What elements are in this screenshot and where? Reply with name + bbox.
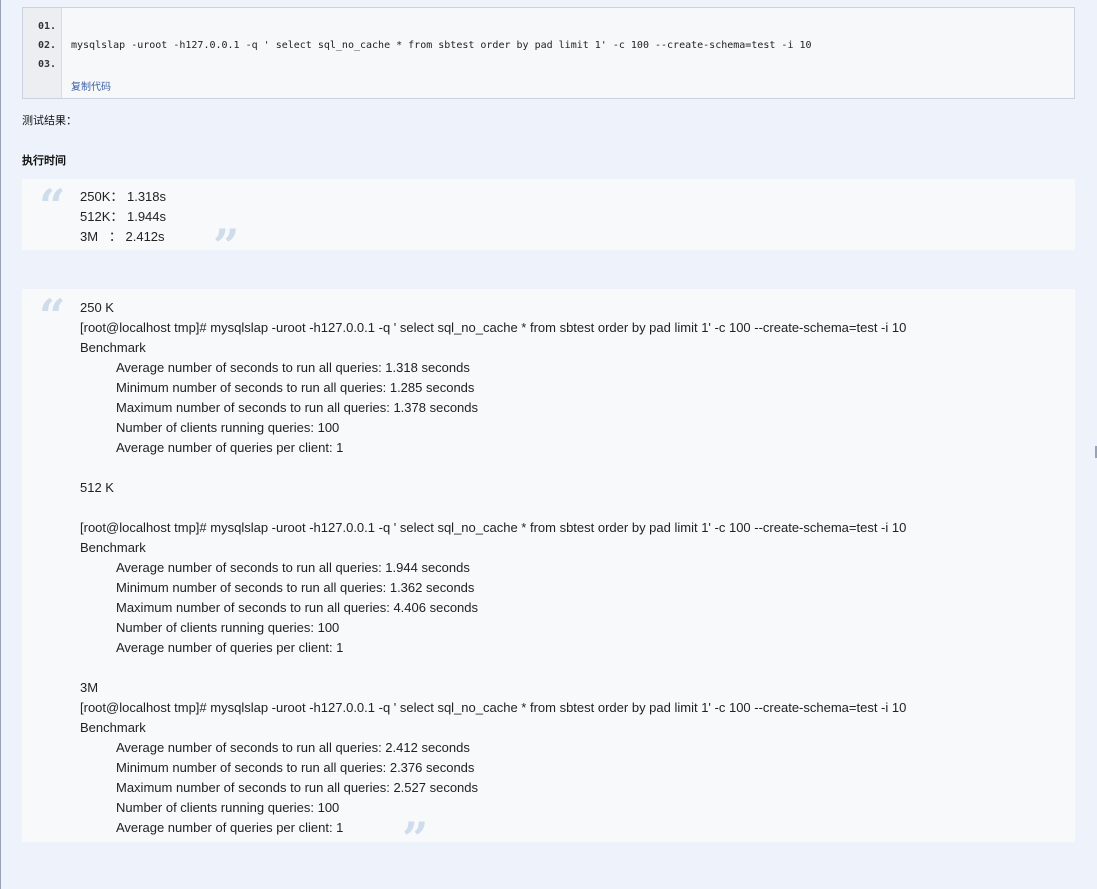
benchmark-line (80, 498, 906, 518)
exec-time-heading: 执行时间 (22, 154, 66, 167)
open-quote-icon: “ (39, 179, 66, 233)
benchmark-line: [root@localhost tmp]# mysqlslap -uroot -… (80, 320, 907, 335)
summary-quote: “ 250K： 1.318s 512K： 1.944s 3M ： 2.412s ” (22, 179, 1075, 269)
close-quote-icon: ” (213, 219, 240, 273)
benchmark-line: Minimum number of seconds to run all que… (116, 380, 475, 395)
summary-list: 250K： 1.318s 512K： 1.944s 3M ： 2.412s (80, 187, 166, 247)
benchmark-line: 250 K (80, 300, 114, 315)
benchmark-line: Average number of queries per client: 1 (116, 640, 344, 655)
benchmark-line: 3M (80, 680, 99, 695)
benchmark-line: [root@localhost tmp]# mysqlslap -uroot -… (80, 520, 907, 535)
benchmark-line: Number of clients running queries: 100 (116, 800, 340, 815)
benchmark-line: Maximum number of seconds to run all que… (116, 400, 479, 415)
benchmark-line: 512 K (80, 480, 114, 495)
benchmark-line: Benchmark (80, 540, 146, 555)
benchmark-line: Number of clients running queries: 100 (116, 420, 340, 435)
benchmark-line (80, 458, 906, 478)
line-number: 01. (38, 21, 57, 32)
benchmark-line: Number of clients running queries: 100 (116, 620, 340, 635)
copy-code-link[interactable]: 复制代码 (71, 78, 111, 93)
summary-line: 512K： 1.944s (80, 209, 167, 224)
benchmark-line (80, 658, 906, 678)
benchmark-line: Maximum number of seconds to run all que… (116, 600, 479, 615)
test-result-label: 测试结果： (22, 114, 77, 127)
line-number: 03. (38, 59, 57, 70)
benchmark-line: Average number of seconds to run all que… (116, 360, 470, 375)
benchmark-line: Average number of queries per client: 1 (116, 440, 344, 455)
summary-line: 250K： 1.318s (80, 189, 167, 204)
open-quote-icon: “ (39, 289, 66, 343)
line-number-gutter: 01. 02. 03. (23, 8, 62, 98)
line-number: 02. (38, 40, 57, 51)
benchmark-line: Average number of seconds to run all que… (116, 560, 470, 575)
benchmark-line: Benchmark (80, 340, 146, 355)
benchmark-line: Average number of queries per client: 1 (116, 820, 344, 835)
summary-line: 3M ： 2.412s (80, 229, 165, 244)
benchmark-line: Minimum number of seconds to run all que… (116, 760, 475, 775)
benchmark-line: Minimum number of seconds to run all que… (116, 580, 475, 595)
details-list: 250 K [root@localhost tmp]# mysqlslap -ur… (80, 298, 906, 838)
benchmark-line: Benchmark (80, 720, 146, 735)
benchmark-line: Maximum number of seconds to run all que… (116, 780, 479, 795)
code-block: 01. 02. 03. mysqlslap -uroot -h127.0.0.1… (22, 7, 1075, 99)
close-quote-icon: ” (402, 812, 429, 866)
benchmark-line: Average number of seconds to run all que… (116, 740, 470, 755)
details-quote: “ 250 K [root@localhost tmp]# mysqlslap -… (22, 289, 1075, 862)
benchmark-line: [root@localhost tmp]# mysqlslap -uroot -… (80, 700, 907, 715)
code-line: mysqlslap -uroot -h127.0.0.1 -q ' select… (71, 40, 812, 51)
article-content: 01. 02. 03. mysqlslap -uroot -h127.0.0.1… (1, 0, 1097, 889)
